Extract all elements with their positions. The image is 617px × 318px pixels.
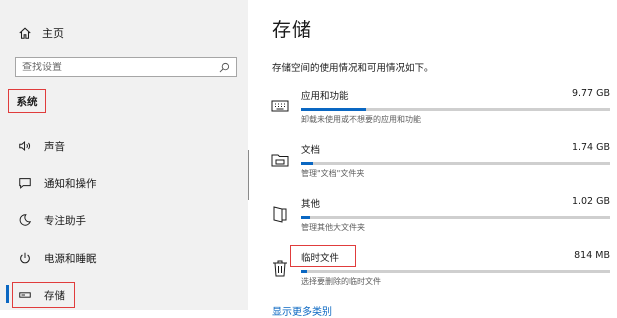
section-title-system: 系统 xyxy=(8,89,46,113)
power-icon xyxy=(20,252,30,264)
usage-bar-fill xyxy=(301,216,311,219)
row-name: 文档 xyxy=(301,145,321,156)
home-label: 主页 xyxy=(42,27,64,40)
sidebar-item-notifications[interactable]: 通知和操作 xyxy=(18,173,97,193)
storage-row-apps[interactable]: 应用和功能 9.77 GB 卸载未使用或不想要的应用和功能 xyxy=(268,88,610,128)
home-icon xyxy=(19,27,31,39)
row-name: 临时文件 xyxy=(301,253,340,264)
row-subtitle: 管理其他大文件夹 xyxy=(301,223,365,232)
search-icon[interactable] xyxy=(219,62,230,73)
trash-icon xyxy=(273,260,287,277)
row-subtitle: 管理"文档"文件夹 xyxy=(301,169,365,178)
usage-bar-fill xyxy=(301,162,314,165)
row-name: 应用和功能 xyxy=(301,91,349,102)
row-subtitle: 选择要删除的临时文件 xyxy=(301,277,381,286)
section-title: 系统 xyxy=(16,95,38,108)
usage-bar xyxy=(301,108,610,111)
row-name: 其他 xyxy=(301,199,321,210)
storage-row-other[interactable]: 其他 1.02 GB 管理其他大文件夹 xyxy=(268,196,610,236)
sidebar-scrollbar[interactable] xyxy=(248,150,249,200)
folder-icon xyxy=(271,154,289,167)
home-nav[interactable]: 主页 xyxy=(18,24,64,42)
usage-bar-fill xyxy=(301,108,366,111)
file-icon xyxy=(273,206,287,223)
page-description: 存储空间的使用情况和可用情况如下。 xyxy=(272,63,434,74)
row-size: 1.74 GB xyxy=(571,142,610,153)
sidebar-item-label: 专注助手 xyxy=(44,214,86,227)
usage-bar xyxy=(301,216,610,219)
sidebar-item-label: 电源和睡眠 xyxy=(44,252,97,265)
row-size: 9.77 GB xyxy=(571,88,610,99)
sidebar-item-storage[interactable]: 存储 xyxy=(18,285,65,305)
usage-bar xyxy=(301,270,610,273)
storage-row-documents[interactable]: 文档 1.74 GB 管理"文档"文件夹 xyxy=(268,142,610,182)
row-size: 1.02 GB xyxy=(571,196,610,207)
storage-icon xyxy=(19,292,31,298)
storage-row-temp-files[interactable]: 临时文件 814 MB 选择要删除的临时文件 xyxy=(268,245,610,290)
sidebar-item-sound[interactable]: 声音 xyxy=(18,136,65,156)
row-size: 814 MB xyxy=(574,250,610,261)
search-input[interactable] xyxy=(22,61,219,73)
search-box[interactable] xyxy=(15,57,237,77)
show-more-categories-link[interactable]: 显示更多类别 xyxy=(272,303,332,318)
row-subtitle: 卸载未使用或不想要的应用和功能 xyxy=(301,115,421,124)
sidebar-item-focus-assist[interactable]: 专注助手 xyxy=(18,210,86,230)
notification-icon xyxy=(19,178,31,189)
usage-bar-fill xyxy=(301,270,308,273)
sidebar-item-power[interactable]: 电源和睡眠 xyxy=(18,248,97,268)
speaker-icon xyxy=(19,141,31,151)
moon-icon xyxy=(19,214,32,226)
page-title: 存储 xyxy=(272,19,313,41)
sidebar: 主页 系统 声音 通知和操作 专注助手 电源和睡眠 xyxy=(0,0,248,310)
selected-indicator xyxy=(6,285,9,303)
sidebar-item-label: 存储 xyxy=(44,289,65,302)
sidebar-item-label: 声音 xyxy=(44,140,65,153)
sidebar-item-label: 通知和操作 xyxy=(44,177,97,190)
keyboard-icon xyxy=(271,100,289,112)
usage-bar xyxy=(301,162,610,165)
